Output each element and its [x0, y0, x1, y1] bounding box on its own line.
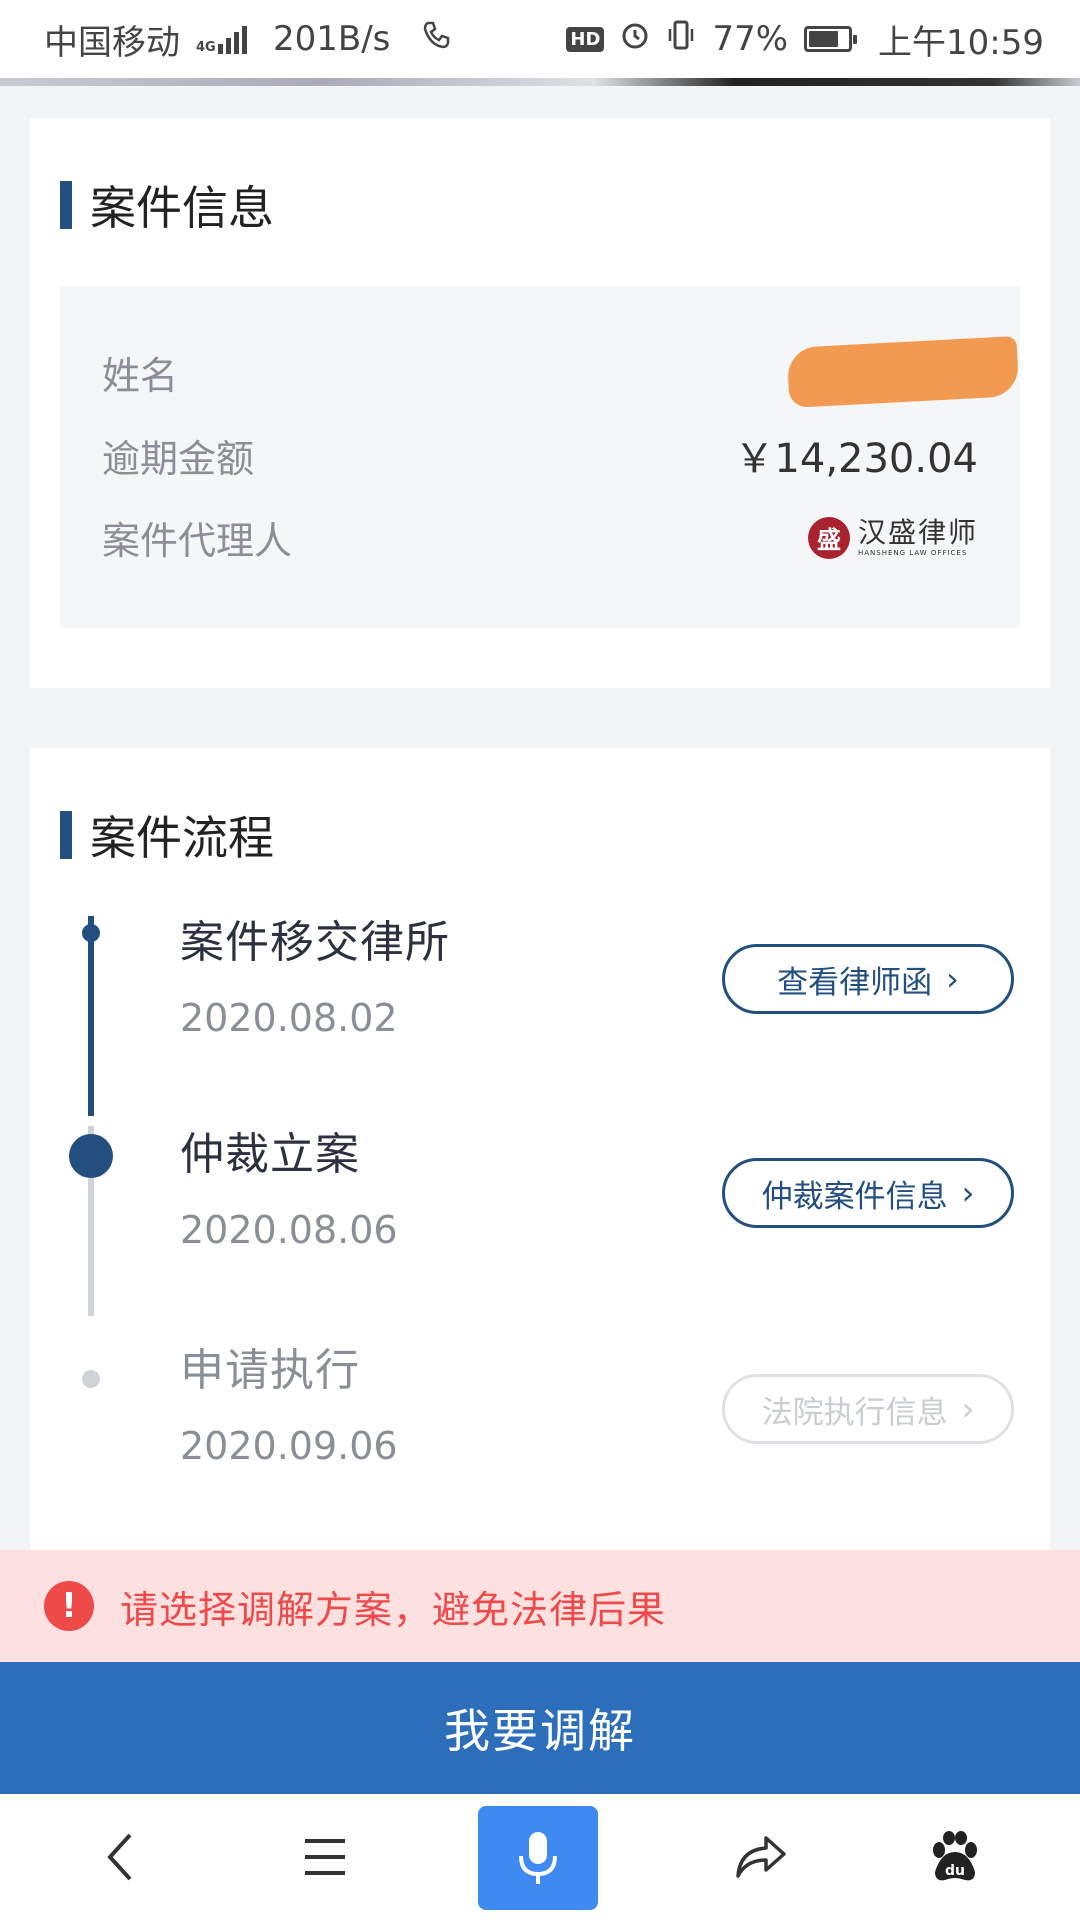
back-icon[interactable] — [70, 1794, 170, 1920]
case-info-card: 案件信息 姓名 逾期金额 ￥14,230.04 案件代理人 盛 汉盛律师 HAN… — [30, 118, 1050, 688]
title-accent-bar — [60, 181, 72, 229]
step-title: 仲裁立案 — [180, 1129, 360, 1180]
alert-icon: ! — [44, 1581, 94, 1631]
clock: 上午10:59 — [878, 22, 1044, 63]
header-image-strip — [0, 78, 1080, 86]
battery-icon — [804, 26, 858, 52]
timeline-dot-step3 — [82, 1370, 100, 1388]
info-row-name: 姓名 — [102, 336, 1020, 408]
info-row-agent: 案件代理人 盛 汉盛律师 HANSHENG LAW OFFICES — [102, 510, 978, 565]
battery-percent: 77% — [712, 19, 789, 59]
network-speed: 201B/s — [273, 19, 391, 59]
mediation-button-label: 我要调解 — [444, 1704, 636, 1758]
redaction-mark — [786, 336, 1020, 408]
carrier-name: 中国移动 — [44, 22, 180, 63]
step-date: 2020.08.02 — [180, 996, 398, 1040]
step-title: 案件移交律所 — [180, 917, 450, 968]
amount-label: 逾期金额 — [102, 436, 255, 481]
law-firm-logo: 盛 汉盛律师 HANSHENG LAW OFFICES — [807, 515, 978, 559]
timeline-line-completed — [88, 916, 94, 1116]
timeline-step: 仲裁立案 2020.08.06 — [180, 1118, 398, 1252]
step-date: 2020.08.06 — [180, 1208, 398, 1252]
network-type: 4G — [196, 40, 216, 55]
case-timeline: 案件移交律所 2020.08.02 查看律师函 › 仲裁立案 2020.08.0… — [30, 748, 1050, 1558]
alarm-icon — [620, 19, 650, 59]
case-info-title-text: 案件信息 — [90, 181, 274, 235]
info-row-amount: 逾期金额 ￥14,230.04 — [102, 426, 978, 484]
overdue-amount-value: ￥14,230.04 — [734, 436, 978, 482]
step-title: 申请执行 — [180, 1345, 360, 1396]
status-left: 中国移动 4G 201B/s — [44, 15, 452, 64]
case-process-card: 案件流程 案件移交律所 2020.08.02 查看律师函 › 仲裁立案 2020… — [30, 748, 1050, 1558]
svg-text:du: du — [945, 1863, 965, 1879]
step-date: 2020.09.06 — [180, 1424, 398, 1468]
mic-icon[interactable] — [478, 1806, 598, 1910]
agent-label: 案件代理人 — [102, 519, 293, 563]
case-info-title: 案件信息 — [60, 172, 274, 238]
timeline-dot-current — [69, 1134, 113, 1178]
law-firm-name: 汉盛律师 — [857, 515, 978, 549]
button-label: 仲裁案件信息 — [761, 1178, 948, 1215]
court-execution-info-button: 法院执行信息 › — [722, 1374, 1014, 1444]
law-firm-seal-icon: 盛 — [807, 516, 850, 559]
status-bar: 中国移动 4G 201B/s HD 77% 上午10:59 — [0, 0, 1080, 78]
case-info-box: 姓名 逾期金额 ￥14,230.04 案件代理人 盛 汉盛律师 HANSHENG… — [60, 286, 1020, 628]
view-lawyer-letter-button[interactable]: 查看律师函 › — [722, 944, 1014, 1014]
status-right: HD 77% 上午10:59 — [566, 15, 1044, 64]
timeline-dot-step1 — [82, 924, 100, 942]
chevron-right-icon: › — [961, 1174, 975, 1212]
button-label: 查看律师函 — [777, 964, 933, 1001]
share-icon[interactable] — [710, 1794, 810, 1920]
warning-banner: ! 请选择调解方案，避免法律后果 — [0, 1550, 1080, 1662]
browser-bottom-nav: du — [0, 1794, 1080, 1920]
vibrate-icon — [666, 19, 696, 60]
button-label: 法院执行信息 — [761, 1394, 948, 1431]
timeline-step: 案件移交律所 2020.08.02 — [180, 906, 450, 1040]
hd-badge: HD — [566, 26, 605, 52]
timeline-step: 申请执行 2020.09.06 — [180, 1334, 398, 1468]
arbitration-info-button[interactable]: 仲裁案件信息 › — [722, 1158, 1014, 1228]
name-label: 姓名 — [102, 353, 179, 398]
mediation-button[interactable]: 我要调解 — [0, 1662, 1080, 1794]
chevron-right-icon: › — [961, 1390, 975, 1428]
call-icon — [420, 19, 452, 60]
baidu-paw-icon[interactable]: du — [905, 1794, 1005, 1920]
chevron-right-icon: › — [946, 960, 959, 998]
law-firm-name-en: HANSHENG LAW OFFICES — [857, 548, 968, 557]
menu-icon[interactable] — [270, 1794, 380, 1920]
warning-text: 请选择调解方案，避免法律后果 — [120, 1587, 667, 1632]
signal-icon: 4G — [196, 24, 247, 54]
